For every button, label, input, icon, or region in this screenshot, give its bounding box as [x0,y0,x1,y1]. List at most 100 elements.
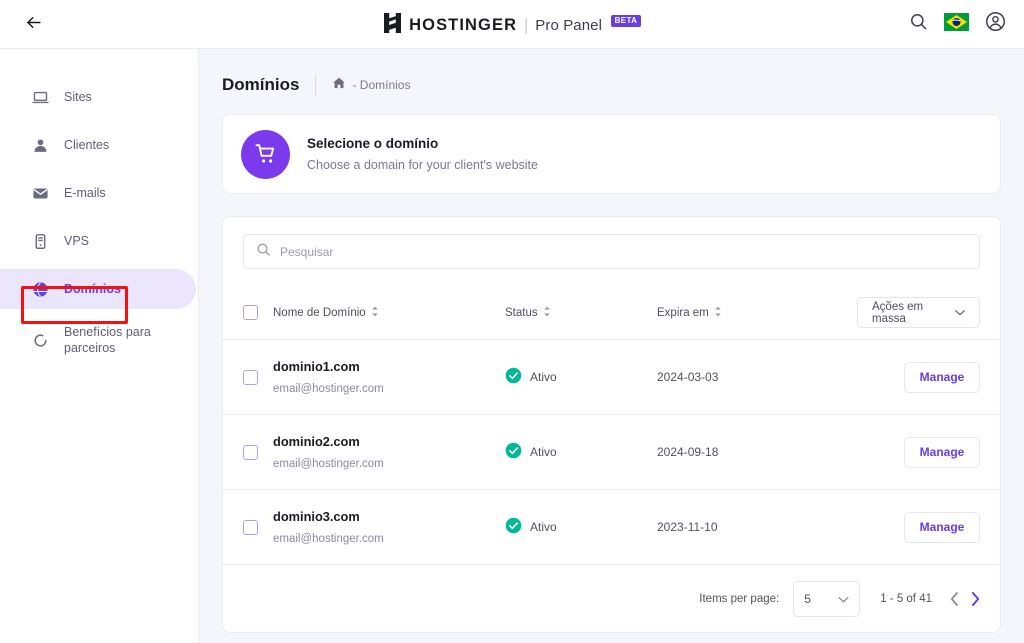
brand-name: HOSTINGER [409,16,518,34]
row-action-cell: Manage [857,489,1000,565]
table-header-row: Nome de Domínio Status Expira em Ações e… [223,286,1000,340]
row-expires-cell: 2024-09-18 [657,414,857,490]
loop-circle-icon [31,332,49,349]
chevron-right-icon[interactable] [971,591,980,606]
chevron-down-icon [955,307,965,319]
brand-subtitle: Pro Panel [535,17,603,34]
sort-status-control[interactable]: Status [505,305,551,320]
sidebar: Sites Clientes E-mails VPS Domínios Bene… [0,49,199,643]
row-expires-cell: 2024-03-03 [657,339,857,415]
table-body: dominio1.com email@hostinger.com Ativo 2… [223,339,1000,565]
domain-email: email@hostinger.com [273,533,384,545]
main-content: Domínios - Domínios Selecione o domínio … [199,49,1024,643]
row-status-cell: Ativo [505,489,657,565]
sidebar-item-label: Benefícios para parceiros [64,324,151,355]
sidebar-item-beneficios-parceiros[interactable]: Benefícios para parceiros [0,317,198,363]
status-label: Ativo [530,370,557,384]
brand-separator: | [524,16,529,34]
row-select-cell [223,339,273,415]
check-circle-icon [505,442,522,462]
sidebar-item-label: Domínios [64,281,121,296]
sort-arrows-icon [543,305,551,320]
search-wrapper: Pesquisar [223,217,1000,269]
items-per-page-label: Items per page: [699,592,780,605]
brand-logo[interactable]: HOSTINGER | Pro Panel BETA [0,12,1024,39]
row-select-cell [223,414,273,490]
check-circle-icon [505,517,522,537]
sort-expires-control[interactable]: Expira em [657,305,722,320]
header-divider [315,74,317,96]
top-bar-actions [909,11,1006,32]
sidebar-item-label: Clientes [64,137,110,152]
column-header-actions: Ações em massa [857,286,1000,340]
domain-email: email@hostinger.com [273,383,384,395]
search-icon[interactable] [909,12,928,31]
manage-button[interactable]: Manage [904,511,980,543]
domain-email: email@hostinger.com [273,458,384,470]
sidebar-item-emails[interactable]: E-mails [0,173,198,213]
banner-subtitle: Choose a domain for your client's websit… [307,158,538,172]
row-checkbox[interactable] [243,444,258,460]
page-title: Domínios [222,75,300,94]
row-domain-cell: dominio2.com email@hostinger.com [273,414,505,490]
manage-button[interactable]: Manage [904,361,980,393]
check-circle-icon [505,367,522,387]
column-header-expires: Expira em [657,286,857,340]
sort-arrows-icon [371,305,379,320]
table-row[interactable]: dominio1.com email@hostinger.com Ativo 2… [223,339,1000,415]
column-label: Status [505,306,538,319]
column-header-status: Status [505,286,657,340]
banner-title: Selecione o domínio [307,136,439,151]
sidebar-item-clientes[interactable]: Clientes [0,125,198,165]
sidebar-item-label: E-mails [64,185,106,200]
sidebar-item-dominios[interactable]: Domínios [0,269,198,309]
sort-arrows-icon [714,305,722,320]
breadcrumb-text: - Domínios [352,78,411,92]
row-checkbox[interactable] [243,369,258,385]
pagination-bar: Items per page: 5 1 - 5 of 41 [223,565,1000,632]
items-per-page-select[interactable]: 5 [793,580,861,617]
select-all-checkbox[interactable] [243,305,258,320]
domain-name: dominio3.com [273,509,360,524]
row-expires-cell: 2023-11-10 [657,489,857,565]
domains-table-card: Pesquisar Nome de Domínio Status Expira … [222,216,1001,633]
bulk-actions-label: Ações em massa [872,300,924,325]
domain-name: dominio2.com [273,434,360,449]
bulk-actions-dropdown[interactable]: Ações em massa [857,297,980,328]
row-select-cell [223,489,273,565]
chevron-left-icon[interactable] [950,591,959,606]
sidebar-item-label: Sites [64,89,92,104]
domains-table: Nome de Domínio Status Expira em Ações e… [223,286,1000,565]
sidebar-item-sites[interactable]: Sites [0,77,198,117]
user-account-icon[interactable] [985,11,1006,32]
sidebar-item-vps[interactable]: VPS [0,221,198,261]
column-header-domain: Nome de Domínio [273,286,505,340]
row-status-cell: Ativo [505,339,657,415]
row-checkbox[interactable] [243,519,258,535]
server-icon [31,233,49,250]
laptop-icon [31,89,49,106]
app-root: HOSTINGER | Pro Panel BETA Sites Cliente… [0,0,1024,643]
brazil-flag-icon[interactable] [944,12,969,31]
search-placeholder: Pesquisar [280,244,334,259]
select-all-cell [223,286,273,340]
select-domain-banner: Selecione o domínio Choose a domain for … [222,114,1001,194]
person-icon [31,137,49,154]
chevron-down-icon [838,592,849,606]
top-bar: HOSTINGER | Pro Panel BETA [0,0,1024,49]
search-input[interactable]: Pesquisar [243,234,980,269]
search-icon [256,242,271,262]
sort-domain-control[interactable]: Nome de Domínio [273,305,379,320]
items-per-page-value: 5 [804,591,811,606]
manage-button[interactable]: Manage [904,436,980,468]
table-row[interactable]: dominio2.com email@hostinger.com Ativo 2… [223,414,1000,490]
table-head: Nome de Domínio Status Expira em Ações e… [223,286,1000,340]
shopping-cart-icon [241,129,290,179]
domain-name: dominio1.com [273,359,360,374]
envelope-icon [31,185,49,202]
row-action-cell: Manage [857,414,1000,490]
table-row[interactable]: dominio3.com email@hostinger.com Ativo 2… [223,489,1000,565]
breadcrumb[interactable]: - Domínios [332,76,410,95]
column-label: Nome de Domínio [273,306,366,319]
column-label: Expira em [657,306,709,319]
